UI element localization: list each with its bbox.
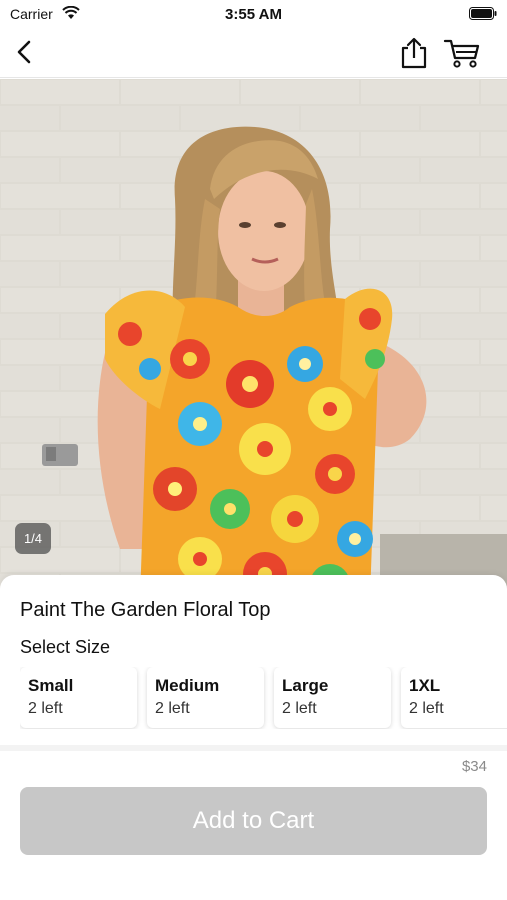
size-option-medium[interactable]: Medium 2 left [147,667,264,728]
nav-bar [0,28,507,78]
product-sheet: Paint The Garden Floral Top Select Size … [0,575,507,900]
battery-icon [469,7,497,20]
size-stock: 2 left [155,700,190,717]
product-price: $34 [461,758,487,775]
add-to-cart-button[interactable]: Add to Cart [20,787,487,855]
size-name: Small [28,676,74,695]
size-option-1xl[interactable]: 1XL 2 left [401,667,507,728]
size-options[interactable]: Small 2 left Medium 2 left Large 2 left … [20,667,507,729]
size-option-small[interactable]: Small 2 left [20,667,137,728]
size-name: 1XL [409,676,441,695]
size-name: Large [282,676,329,695]
size-stock: 2 left [409,700,444,717]
size-stock: 2 left [28,700,63,717]
product-photo [0,79,507,599]
product-title: Paint The Garden Floral Top [20,599,271,621]
section-divider [0,745,507,751]
size-option-large[interactable]: Large 2 left [274,667,391,728]
size-stock: 2 left [282,700,317,717]
product-image[interactable]: 1/4 [0,79,507,599]
status-time: 3:55 AM [225,6,282,23]
size-name: Medium [155,676,220,695]
status-bar: Carrier 3:55 AM [0,0,507,28]
image-page-indicator: 1/4 [15,523,51,554]
cart-icon[interactable] [443,37,481,69]
chevron-left-icon[interactable] [12,38,40,66]
share-icon[interactable] [398,36,430,70]
select-size-heading: Select Size [20,637,111,657]
